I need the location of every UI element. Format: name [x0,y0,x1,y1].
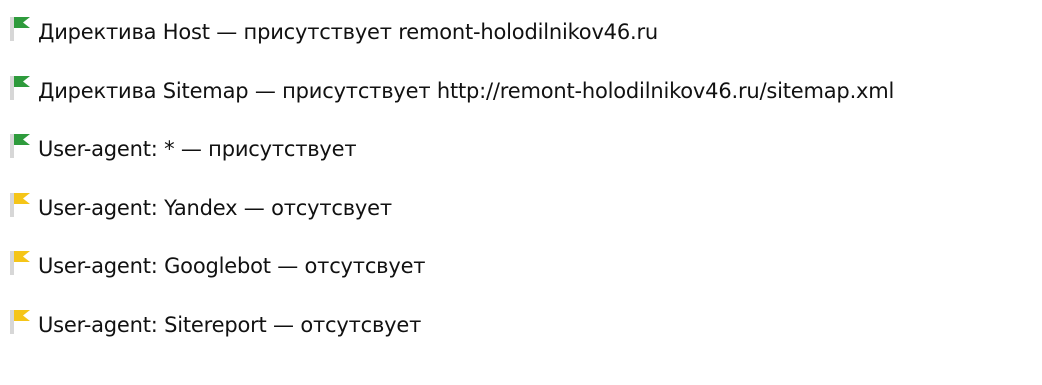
green-flag-icon [10,75,32,100]
check-item-sitemap-directive: Директива Sitemap — присутствует http://… [10,73,894,109]
green-flag-icon [10,17,32,41]
robots-check-list: Директива Host — присутствует remont-hol… [10,14,894,343]
check-item-user-agent-all: User-agent: * — присутствует [10,131,894,167]
check-item-label: Директива Sitemap — присутствует http://… [38,78,895,103]
yellow-flag-icon [10,192,32,217]
check-item-label: User-agent: Yandex — отсутсвует [38,195,392,220]
check-item-host-directive: Директива Host — присутствует remont-hol… [10,14,894,50]
check-item-user-agent-googlebot: User-agent: Googlebot — отсутсвует [10,248,894,284]
check-item-label: User-agent: Sitereport — отсутсвует [38,312,422,337]
green-flag-icon [10,134,32,159]
yellow-flag-icon [10,309,32,334]
check-item-user-agent-yandex: User-agent: Yandex — отсутсвует [10,190,894,226]
check-item-label: User-agent: * — присутствует [38,137,357,162]
check-item-user-agent-sitereport: User-agent: Sitereport — отсутсвует [10,307,894,343]
yellow-flag-icon [10,251,32,276]
check-item-label: User-agent: Googlebot — отсутсвует [38,254,426,279]
check-item-label: Директива Host — присутствует remont-hol… [38,20,659,44]
